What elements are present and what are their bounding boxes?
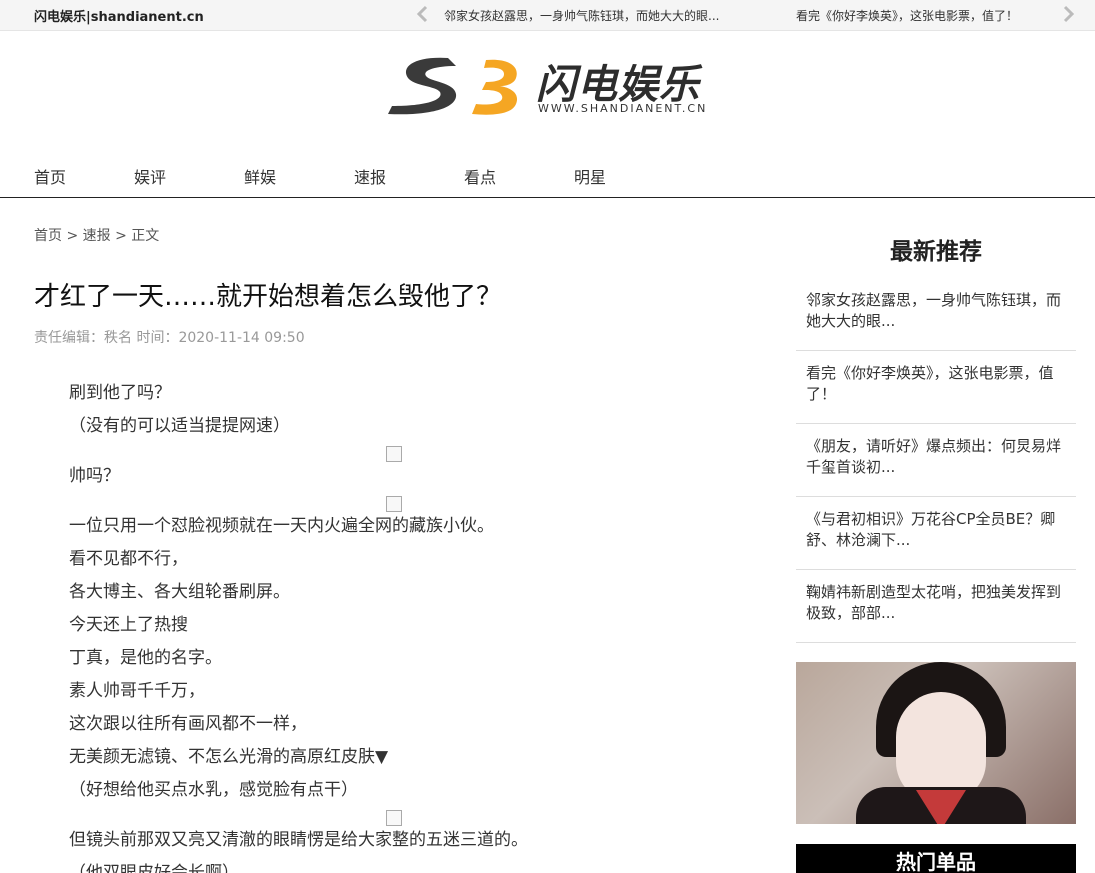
- sidebar-feature-image[interactable]: [796, 662, 1076, 824]
- article-body: 刷到他了吗？ （没有的可以适当提提网速） 帅吗？ 一位只用一个怼脸视频就在一天内…: [69, 380, 769, 873]
- site-logo[interactable]: 闪电娱乐 WWW.SHANDIANENT.CN: [386, 52, 726, 120]
- paragraph: 这次跟以往所有画风都不一样，: [69, 714, 307, 734]
- paragraph: 一位只用一个怼脸视频就在一天内火遍全网的藏族小伙。: [69, 516, 494, 536]
- sidebar-item[interactable]: 《朋友，请听好》爆点频出：何炅易烊千玺首谈初...: [796, 424, 1076, 497]
- paragraph: 丁真，是他的名字。: [69, 648, 222, 668]
- nav-item-stars[interactable]: 明星: [574, 164, 606, 188]
- broken-image-icon: [386, 496, 402, 513]
- nav-item-fresh[interactable]: 鲜娱: [244, 164, 276, 188]
- chevron-left-icon[interactable]: [414, 5, 432, 23]
- breadcrumb-separator: >: [115, 228, 127, 244]
- main-nav: 首页 娱评 鲜娱 速报 看点 明星: [0, 156, 1095, 198]
- logo-mark-icon: [388, 57, 518, 115]
- photo-face: [896, 692, 986, 802]
- sidebar-item[interactable]: 鞠婧祎新剧造型太花哨，把独美发挥到极致，部部...: [796, 570, 1076, 643]
- ticker-item[interactable]: 邻家女孩赵露思，一身帅气陈钰琪，而她大大的眼...: [444, 7, 719, 24]
- nav-item-home[interactable]: 首页: [34, 164, 66, 188]
- top-bar: 闪电娱乐|shandianent.cn 邻家女孩赵露思，一身帅气陈钰琪，而她大大…: [0, 0, 1095, 31]
- breadcrumb-home[interactable]: 首页: [34, 228, 62, 244]
- nav-item-news[interactable]: 速报: [354, 164, 386, 188]
- paragraph: 看不见都不行，: [69, 549, 188, 569]
- paragraph: （没有的可以适当提提网速）: [69, 416, 290, 436]
- hot-items-header: 热门单品: [796, 844, 1076, 873]
- sidebar-title: 最新推荐: [890, 239, 982, 265]
- paragraph: 帅吗？: [69, 466, 120, 486]
- chevron-right-icon[interactable]: [1059, 5, 1077, 23]
- sidebar-list: 邻家女孩赵露思，一身帅气陈钰琪，而她大大的眼... 看完《你好李焕英》，这张电影…: [796, 278, 1076, 643]
- logo-url: WWW.SHANDIANENT.CN: [538, 102, 708, 115]
- broken-image-icon: [386, 810, 402, 827]
- breadcrumb-section[interactable]: 速报: [83, 228, 111, 244]
- paragraph: （他双眼皮好会长啊）: [69, 863, 239, 873]
- paragraph: 但镜头前那双又亮又清澈的眼睛愣是给大家整的五迷三道的。: [69, 830, 528, 850]
- article-title: 才红了一天……就开始想着怎么毁他了？: [34, 282, 503, 312]
- broken-image-icon: [386, 446, 402, 463]
- ticker-item[interactable]: 看完《你好李焕英》，这张电影票，值了！: [796, 7, 1018, 24]
- nav-item-review[interactable]: 娱评: [134, 164, 166, 188]
- paragraph: 今天还上了热搜: [69, 615, 188, 635]
- nav-item-highlights[interactable]: 看点: [464, 164, 496, 188]
- breadcrumb-separator: >: [66, 228, 79, 244]
- paragraph: 素人帅哥千千万，: [69, 681, 205, 701]
- breadcrumb: 首页 > 速报 > 正文: [34, 225, 159, 245]
- paragraph: 刷到他了吗？: [69, 383, 171, 403]
- paragraph: 各大博主、各大组轮番刷屏。: [69, 582, 290, 602]
- sidebar-item[interactable]: 邻家女孩赵露思，一身帅气陈钰琪，而她大大的眼...: [796, 278, 1076, 351]
- sidebar-item[interactable]: 看完《你好李焕英》，这张电影票，值了！: [796, 351, 1076, 424]
- article-meta: 责任编辑：秩名 时间：2020-11-14 09:50: [34, 330, 305, 346]
- sidebar-item[interactable]: 《与君初相识》万花谷CP全员BE？卿舒、林沧澜下...: [796, 497, 1076, 570]
- paragraph: 无美颜无滤镜、不怎么光滑的高原红皮肤▼: [69, 747, 389, 767]
- paragraph: （好想给他买点水乳，感觉脸有点干）: [69, 780, 358, 800]
- site-name[interactable]: 闪电娱乐|shandianent.cn: [34, 6, 204, 25]
- breadcrumb-current: 正文: [131, 228, 160, 244]
